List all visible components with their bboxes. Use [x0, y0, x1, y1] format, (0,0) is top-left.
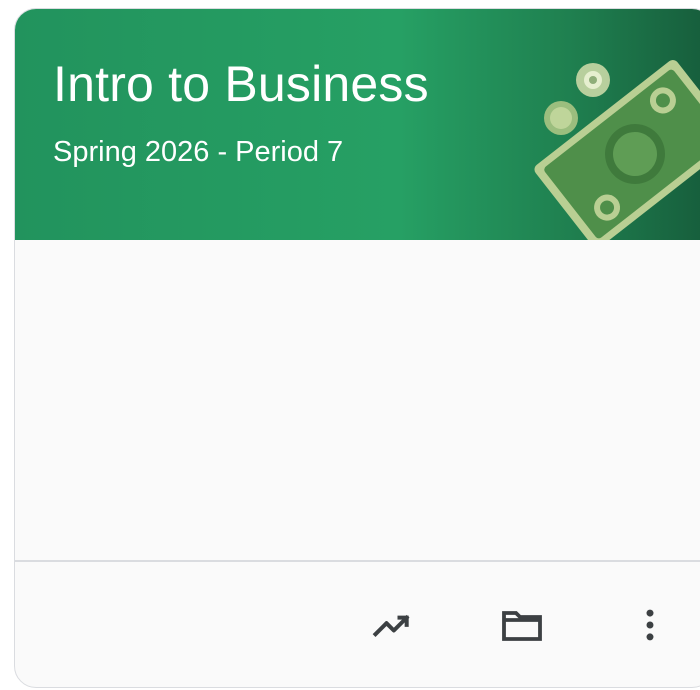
class-card-footer [15, 562, 700, 687]
class-subtitle: Spring 2026 - Period 7 [53, 136, 344, 168]
trending-up-icon [372, 614, 410, 638]
more-vert-icon [646, 609, 654, 641]
class-card-header[interactable]: Intro to Business Spring 2026 - Period 7 [15, 9, 700, 240]
class-card[interactable]: Intro to Business Spring 2026 - Period 7 [14, 8, 700, 688]
folder-icon [502, 611, 542, 641]
class-title[interactable]: Intro to Business [53, 55, 429, 113]
class-card-body[interactable] [15, 240, 700, 560]
open-your-work-button[interactable] [364, 597, 420, 653]
money-illustration [534, 60, 700, 240]
bill-icon [534, 60, 700, 240]
more-options-button[interactable] [622, 597, 678, 653]
open-folder-button[interactable] [494, 597, 550, 653]
